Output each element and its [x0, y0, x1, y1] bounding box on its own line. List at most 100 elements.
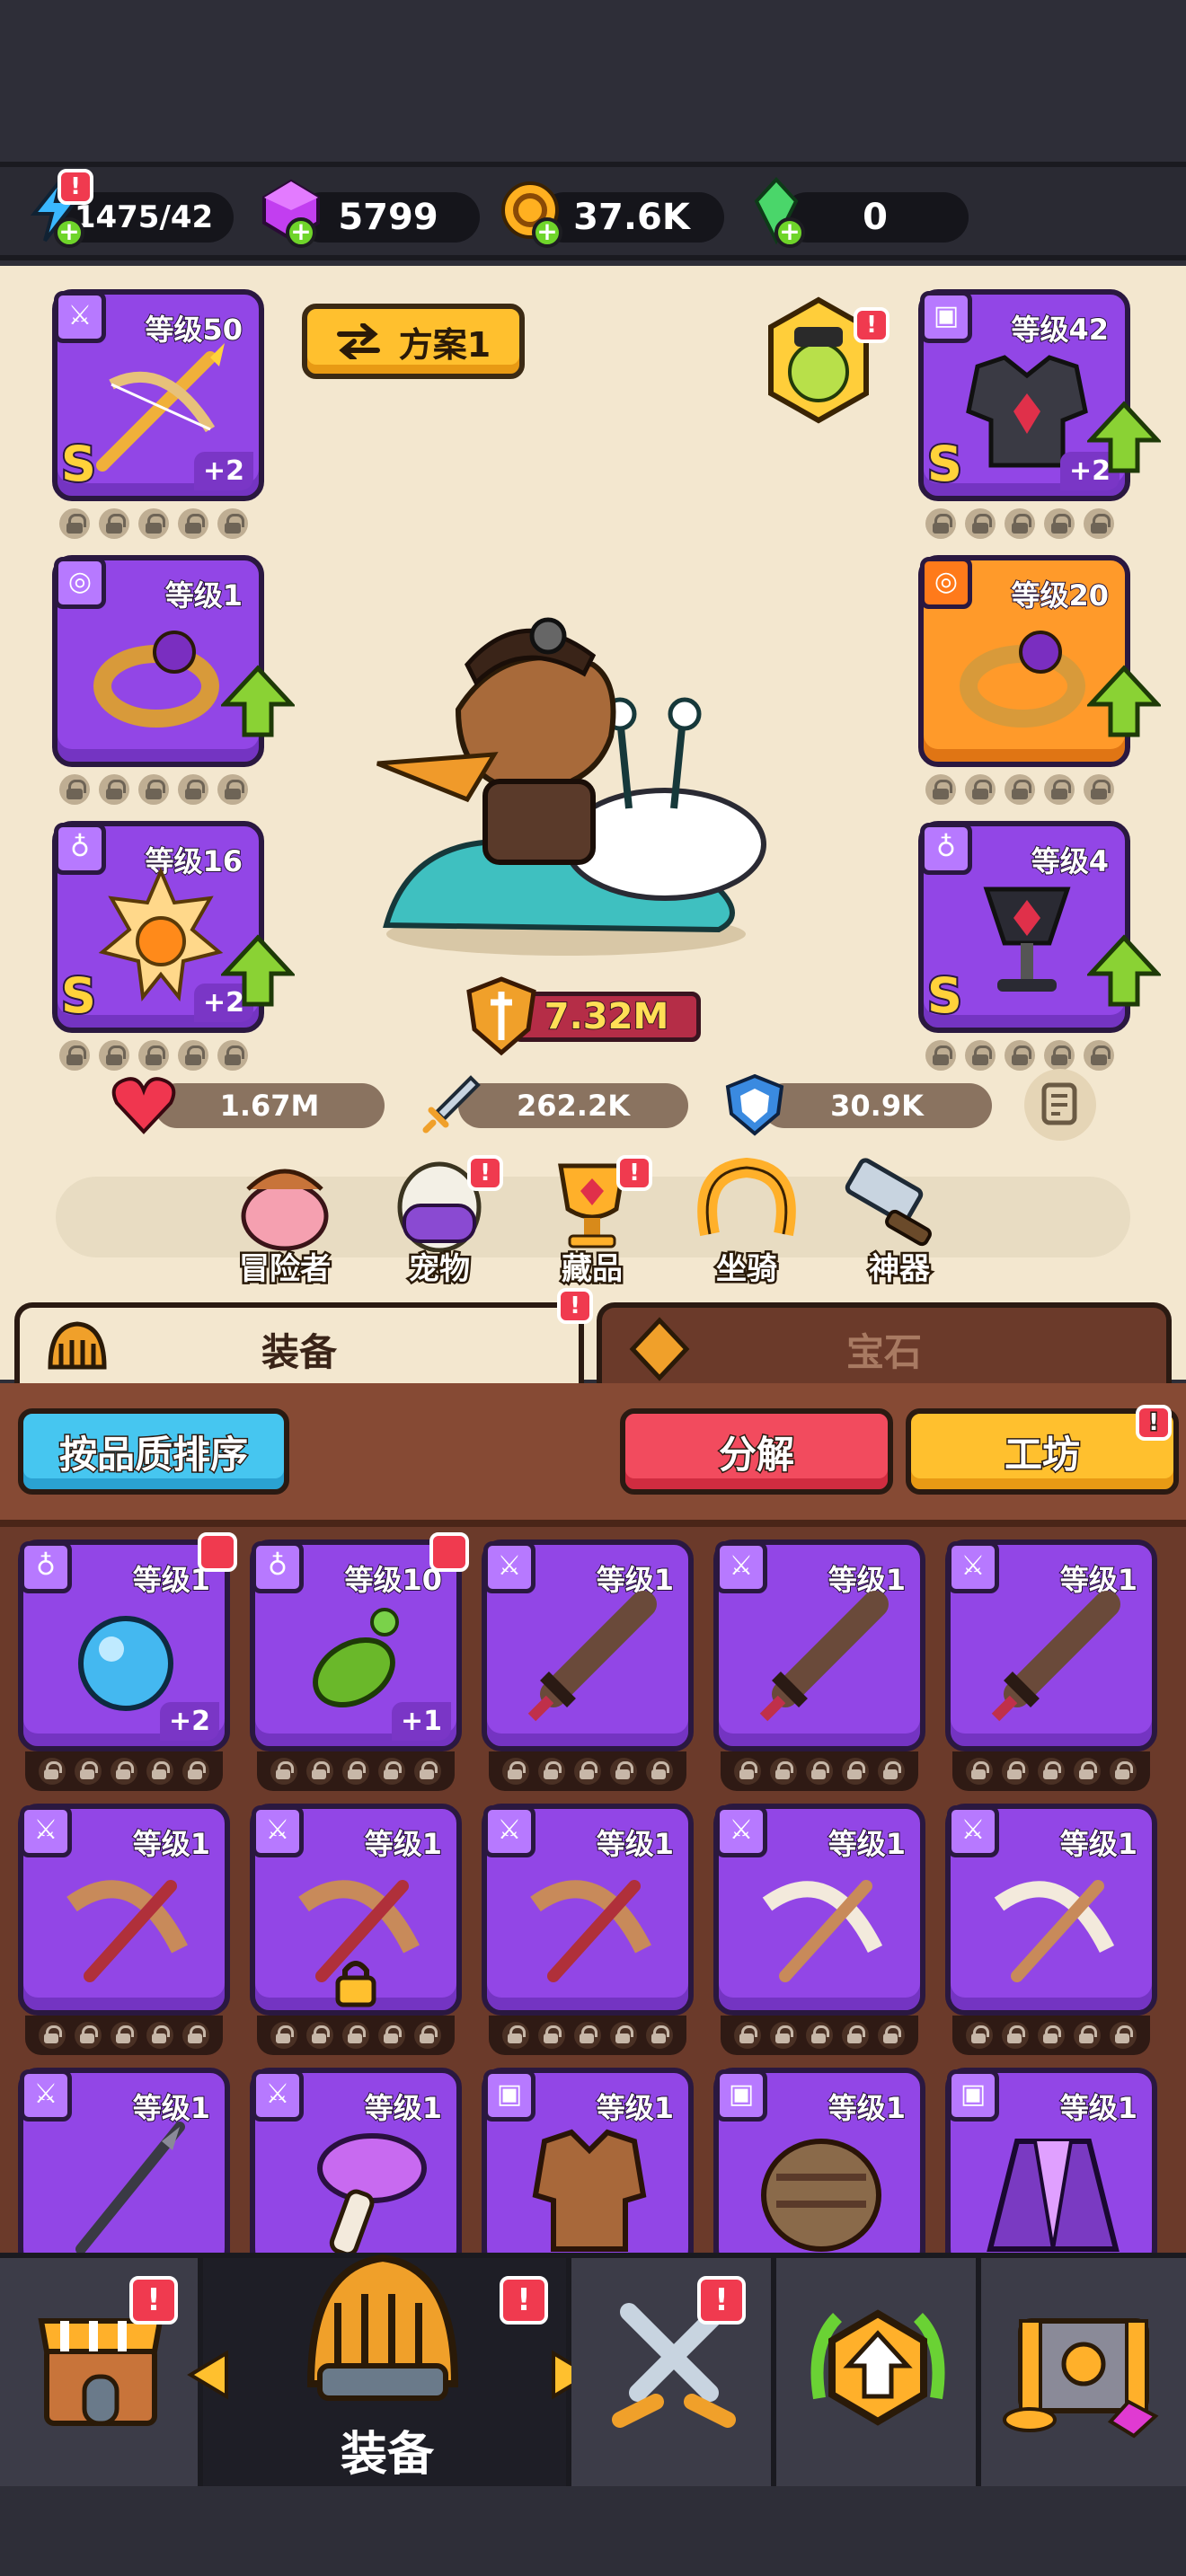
hero-character[interactable] [359, 584, 773, 961]
power-shield-icon [466, 976, 536, 1056]
inventory-item[interactable]: ▣ 等级1 [482, 2068, 694, 2280]
item-plus: +2 [159, 1702, 219, 1741]
adventurer-icon [241, 1169, 329, 1251]
treasure-chest-icon [1003, 2318, 1159, 2439]
inventory-item[interactable]: ⚔ 等级1 [945, 1539, 1157, 1751]
tab-equipment[interactable]: 装备 ! [14, 1288, 593, 1390]
shop-alert-badge: ! [129, 2276, 178, 2325]
defense-stat: 30.9K [762, 1083, 992, 1128]
bottom-nav-treasure[interactable] [981, 2258, 1186, 2486]
upgrade-arrow-icon[interactable] [221, 665, 295, 738]
lock-icon [111, 1758, 137, 1785]
inventory-item[interactable]: ⚔ 等级1 [18, 2068, 230, 2280]
ring-icon [960, 631, 1085, 728]
helmet-icon [48, 1321, 107, 1370]
nav-pet[interactable]: 宠物 ! [381, 1153, 503, 1290]
nav-collection[interactable]: 藏品 ! [534, 1153, 652, 1290]
lock-icon [574, 2022, 601, 2049]
tab-equipment-label: 装备 [261, 1329, 337, 1374]
lock-icon [1074, 2022, 1101, 2049]
add-gem-icon[interactable]: + [286, 217, 316, 248]
sort-by-quality-button[interactable]: 按品质排序 [18, 1408, 289, 1495]
bottom-nav-battle[interactable]: ! [571, 2258, 776, 2486]
nav-pet-label: 宠物 [407, 1249, 473, 1290]
lock-icon [342, 2022, 369, 2049]
slot-grade: S [925, 434, 964, 494]
nav-mount[interactable]: 坐骑 [688, 1153, 805, 1290]
plan-button[interactable]: 方案1 [302, 304, 525, 379]
bottom-nav-upgrade[interactable] [776, 2258, 981, 2486]
lock-icon [1038, 2022, 1065, 2049]
nav-artifact[interactable]: 神器 [841, 1153, 958, 1290]
nav-adventurer[interactable]: 冒险者 [226, 1153, 343, 1290]
defense-value: 30.9K [830, 1089, 924, 1123]
inventory-item[interactable]: ♁ 等级1 +2 [18, 1532, 237, 1751]
dismantle-label: 分解 [717, 1431, 795, 1478]
upgrade-hexagon-icon [810, 2309, 945, 2426]
lock-icon [146, 2022, 173, 2049]
lock-icon [1002, 1758, 1029, 1785]
lock-icon [1110, 2022, 1137, 2049]
lock-icon [414, 1758, 441, 1785]
stats-detail-button[interactable] [1024, 1069, 1096, 1141]
item-locks [721, 1751, 918, 1791]
bone-crossbow-icon [994, 1880, 1115, 1982]
item-locks [257, 2016, 455, 2055]
lock-icon [806, 1758, 833, 1785]
plan-label: 方案1 [398, 324, 491, 365]
lock-icon [770, 2022, 797, 2049]
lock-icon [178, 774, 208, 805]
nav-collection-label: 藏品 [560, 1249, 625, 1290]
inventory-item[interactable]: ⚔ 等级1 [18, 1804, 230, 2016]
lock-icon [146, 1758, 173, 1785]
upgrade-arrow-icon[interactable] [221, 934, 295, 1008]
add-crystal-icon[interactable]: + [774, 217, 805, 248]
inventory-item[interactable]: ⚔ 等级1 [713, 1804, 925, 2016]
inventory-item[interactable]: ⚔ 等级1 [945, 1804, 1157, 2016]
lock-icon [878, 1758, 905, 1785]
dismantle-button[interactable]: 分解 [620, 1408, 893, 1495]
energy-alert-badge: ! [58, 169, 93, 205]
battle-alert-badge: ! [697, 2276, 746, 2325]
add-gold-icon[interactable]: + [532, 217, 562, 248]
item-locks [257, 1751, 455, 1791]
combat-power: 7.32M [464, 975, 708, 1056]
upgrade-arrow-icon[interactable] [1087, 665, 1161, 738]
nav-artifact-label: 神器 [867, 1249, 933, 1290]
lock-icon [1044, 508, 1075, 539]
lock-icon [59, 1040, 90, 1071]
lock-icon [502, 2022, 529, 2049]
pet-avatar[interactable]: ! [760, 293, 890, 428]
workshop-button[interactable]: 工坊 ! [906, 1405, 1179, 1495]
slot-grade: S [59, 434, 98, 494]
slot-plus: +2 [193, 452, 253, 490]
lock-icon [75, 2022, 102, 2049]
slot-grade: S [59, 966, 98, 1026]
inventory-item[interactable]: ♁ 等级10 +1 [250, 1532, 469, 1751]
lock-icon [39, 2022, 66, 2049]
bottom-nav-shop[interactable]: ! [0, 2258, 203, 2486]
lock-icon [217, 1040, 248, 1071]
heart-icon [111, 1077, 176, 1134]
nav-prev-arrow-icon[interactable] [181, 2348, 235, 2402]
inventory-item[interactable]: ▣ 等级1 [945, 2068, 1157, 2280]
add-energy-icon[interactable]: + [54, 217, 84, 248]
hp-stat: 1.67M [155, 1083, 385, 1128]
sword-icon [422, 1075, 481, 1134]
inventory-item[interactable]: ▣ 等级1 [713, 2068, 925, 2280]
upgrade-arrow-icon[interactable] [1087, 934, 1161, 1008]
tab-gems[interactable]: 宝石 [597, 1302, 1172, 1390]
lock-icon [1110, 1758, 1137, 1785]
inventory-item[interactable]: ⚔ 等级1 [482, 1804, 694, 2016]
spear-icon [75, 2122, 185, 2254]
lock-icon [99, 774, 129, 805]
lock-icon [770, 1758, 797, 1785]
lock-icon [378, 2022, 405, 2049]
inventory-item[interactable]: ⚔ 等级1 [482, 1539, 694, 1751]
fur-armor-icon [761, 2139, 881, 2252]
workshop-alert-badge: ! [1136, 1405, 1172, 1441]
pet-alert-badge: ! [854, 307, 890, 343]
upgrade-arrow-icon[interactable] [1087, 401, 1161, 474]
inventory-item[interactable]: ⚔ 等级1 [713, 1539, 925, 1751]
equip-slot-weapon[interactable]: ⚔ 等级50 +2 S [52, 289, 264, 501]
